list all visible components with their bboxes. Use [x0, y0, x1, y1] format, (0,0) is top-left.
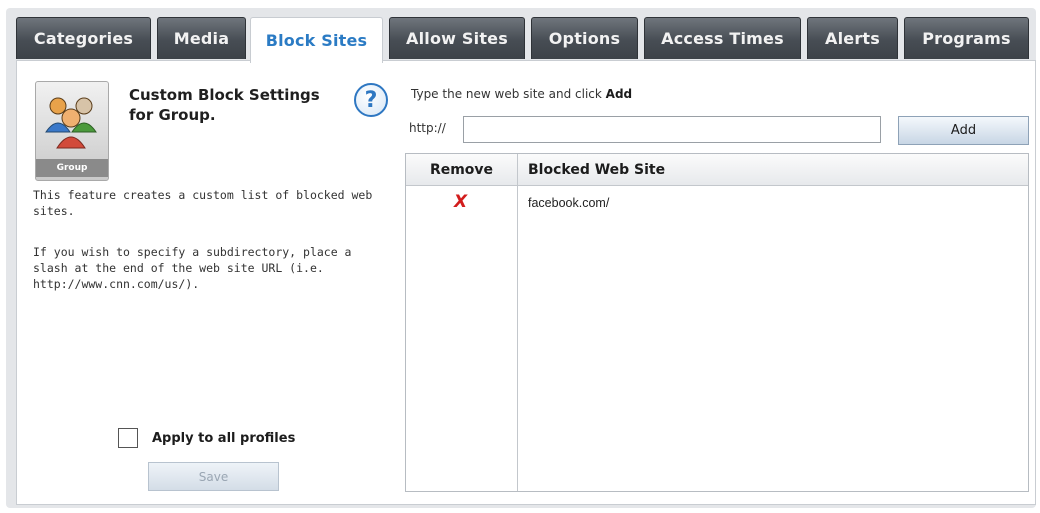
tab-categories[interactable]: Categories — [16, 17, 151, 59]
group-icon-caption: Group — [36, 159, 108, 177]
tab-alerts[interactable]: Alerts — [807, 17, 898, 59]
block-sites-panel: Group Custom Block Settings for Group. ?… — [16, 60, 1036, 505]
remove-x-icon[interactable]: X — [454, 192, 467, 212]
tab-bar: Categories Media Block Sites Allow Sites… — [16, 17, 1036, 63]
column-header-blocked-site: Blocked Web Site — [528, 161, 666, 178]
add-button[interactable]: Add — [898, 116, 1029, 145]
apply-all-profiles-row: Apply to all profiles — [118, 428, 295, 448]
tab-block-sites[interactable]: Block Sites — [250, 17, 383, 63]
add-instruction-action: Add — [605, 87, 633, 101]
help-icon[interactable]: ? — [354, 83, 388, 117]
add-instruction: Type the new web site and click Add — [411, 87, 632, 101]
apply-all-profiles-label: Apply to all profiles — [152, 430, 296, 446]
tab-options[interactable]: Options — [531, 17, 638, 59]
save-button[interactable]: Save — [148, 462, 279, 491]
column-header-remove: Remove — [429, 161, 494, 178]
feature-description: This feature creates a custom list of bl… — [33, 188, 373, 218]
tab-allow-sites[interactable]: Allow Sites — [389, 17, 525, 59]
apply-all-profiles-checkbox[interactable] — [118, 428, 138, 448]
table-header: Remove Blocked Web Site — [406, 154, 1028, 186]
tab-access-times[interactable]: Access Times — [644, 17, 801, 59]
tab-media[interactable]: Media — [157, 17, 246, 59]
url-prefix-label: http:// — [409, 121, 446, 135]
website-url-input[interactable] — [463, 116, 881, 143]
table-row: X facebook.com/ — [406, 186, 1028, 218]
group-users-icon: Group — [35, 81, 109, 181]
subdirectory-hint: If you wish to specify a subdirectory, p… — [33, 245, 352, 291]
add-instruction-text: Type the new web site and click — [411, 87, 602, 101]
blocked-sites-table: Remove Blocked Web Site X facebook.com/ — [405, 153, 1029, 492]
tab-programs[interactable]: Programs — [904, 17, 1029, 59]
page-title: Custom Block Settings for Group. — [129, 86, 320, 124]
blocked-site-url: facebook.com/ — [528, 196, 610, 210]
